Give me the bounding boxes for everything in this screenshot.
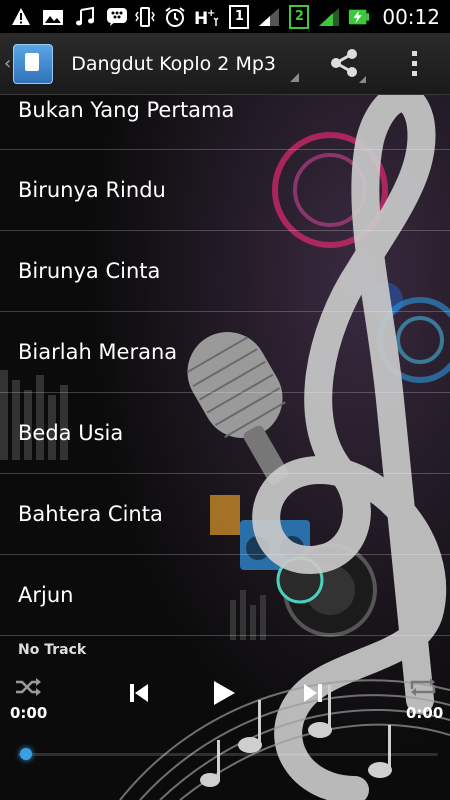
elapsed-time: 0:00 (10, 704, 48, 722)
sim-slot-2-badge: 2 (288, 4, 310, 29)
track-title: Birunya Rindu (18, 178, 166, 202)
seek-thumb[interactable] (20, 748, 32, 760)
list-item[interactable]: Beda Usia (0, 393, 450, 474)
list-item[interactable]: Birunya Cinta (0, 231, 450, 312)
hspa-icon: H + (194, 6, 220, 28)
signal-icon (258, 6, 280, 28)
alert-icon (10, 6, 32, 28)
track-list: Bukan Yang Pertama Birunya Rindu Birunya… (0, 94, 450, 636)
app-title: Dangdut Koplo 2 Mp3 (71, 52, 276, 75)
track-title: Arjun (18, 583, 74, 607)
play-icon (214, 681, 235, 705)
sim-slot-2-label: 2 (289, 4, 310, 29)
sim-slot-1-badge: 1 (228, 4, 250, 29)
seek-bar[interactable] (18, 753, 438, 756)
shuffle-button[interactable] (12, 676, 44, 698)
vibrate-icon (134, 6, 156, 28)
signal-icon-2 (318, 6, 340, 28)
next-button[interactable] (298, 680, 328, 706)
track-title: Beda Usia (18, 421, 124, 445)
track-title: Bahtera Cinta (18, 502, 163, 526)
svg-text:+: + (207, 8, 215, 19)
next-icon (304, 684, 322, 702)
sim-slot-1-label: 1 (229, 4, 250, 29)
previous-button[interactable] (124, 680, 154, 706)
bbm-icon (106, 6, 128, 28)
list-item[interactable]: Arjun (0, 555, 450, 636)
shuffle-icon (16, 678, 41, 696)
up-navigation-icon[interactable]: ‹ (4, 53, 11, 74)
spinner-indicator-icon (290, 73, 300, 82)
status-bar: H + 1 2 00:12 (0, 0, 450, 33)
repeat-button[interactable] (406, 676, 440, 698)
overflow-menu-icon[interactable] (404, 45, 424, 81)
now-playing-label: No Track (18, 642, 87, 658)
list-item[interactable]: Biarlah Merana (0, 312, 450, 393)
title-spinner[interactable]: Dangdut Koplo 2 Mp3 (71, 33, 300, 94)
total-time: 0:00 (406, 704, 444, 722)
list-item[interactable]: Birunya Rindu (0, 150, 450, 231)
alarm-icon (164, 6, 186, 28)
track-title: Bukan Yang Pertama (18, 98, 235, 122)
player-panel: No Track 0:00 0:00 (0, 636, 450, 800)
previous-icon (130, 684, 148, 702)
action-bar: ‹ Dangdut Koplo 2 Mp3 (0, 33, 450, 95)
play-button[interactable] (208, 678, 240, 708)
music-icon (74, 6, 96, 28)
track-title: Biarlah Merana (18, 340, 178, 364)
repeat-icon (410, 678, 436, 696)
image-icon (42, 6, 64, 28)
track-title: Birunya Cinta (18, 259, 161, 283)
share-button[interactable] (326, 45, 366, 83)
status-clock: 00:12 (382, 4, 440, 29)
battery-charging-icon (348, 6, 370, 28)
list-item[interactable]: Bukan Yang Pertama (0, 94, 450, 150)
share-icon (331, 49, 357, 77)
app-icon[interactable] (13, 43, 54, 84)
list-item[interactable]: Bahtera Cinta (0, 474, 450, 555)
